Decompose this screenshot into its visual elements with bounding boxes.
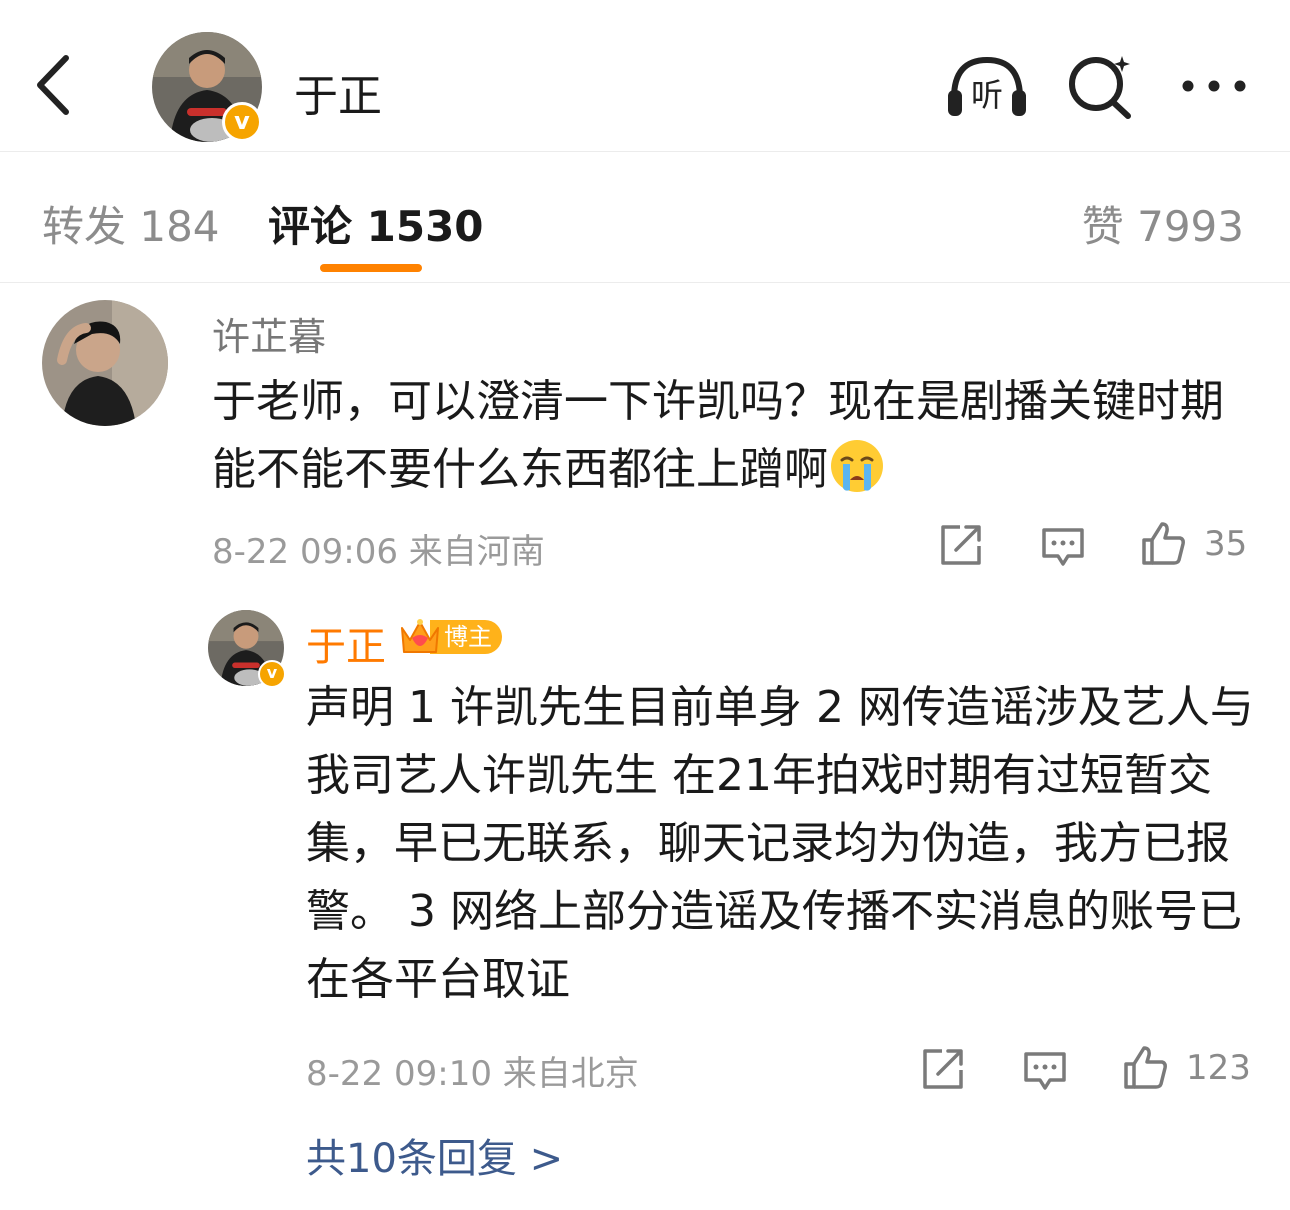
active-tab-indicator [320, 264, 422, 272]
commenter-name[interactable]: 许芷暮 [212, 306, 326, 361]
reply-text: 声明 1 许凯先生目前单身 2 网传造谣涉及艺人与我司艺人许凯先生 在21年拍戏… [306, 682, 1254, 1005]
more-dots-icon [1182, 80, 1246, 92]
top-bar: v 于正 听 [0, 0, 1290, 152]
reply-meta: 8-22 09:10 来自北京 [306, 1054, 639, 1094]
like-icon[interactable] [1140, 520, 1186, 566]
reply-like-icon[interactable] [1122, 1044, 1168, 1090]
crown-icon [401, 619, 439, 653]
comment-body: 于老师，可以澄清一下许凯吗？现在是剧播关键时期能不能不要什么东西都往上蹭啊 [212, 376, 1224, 495]
view-more-replies-link[interactable]: 共10条回复 > [306, 1126, 563, 1184]
more-options-button[interactable] [1178, 70, 1250, 102]
tab-bar: 转发 184 评论 1530 赞 7993 [0, 153, 1290, 283]
chevron-left-icon [37, 55, 69, 115]
reply-share-icon[interactable] [920, 1046, 966, 1092]
search-button[interactable] [1066, 52, 1134, 120]
comment-text: 于老师，可以澄清一下许凯吗？现在是剧播关键时期能不能不要什么东西都往上蹭啊 [212, 368, 1262, 504]
comment-like-count: 35 [1204, 524, 1248, 564]
page-title: 于正 [294, 71, 382, 122]
listen-button[interactable]: 听 [946, 54, 1028, 118]
search-icon [1069, 56, 1131, 119]
back-button[interactable] [28, 50, 88, 120]
comment-icon[interactable] [1040, 524, 1086, 570]
reply-author-name[interactable]: 于正 [306, 614, 386, 672]
tab-repost[interactable]: 转发 184 [42, 193, 220, 254]
reply-comment-icon[interactable] [1022, 1048, 1068, 1094]
crying-face-icon [831, 440, 883, 492]
commenter-avatar[interactable] [42, 300, 168, 426]
tab-likes[interactable]: 赞 7993 [1082, 193, 1244, 254]
share-icon[interactable] [938, 522, 984, 568]
comment-meta: 8-22 09:06 来自河南 [212, 532, 545, 572]
headphones-icon: 听 [948, 56, 1026, 116]
verified-badge: v [222, 102, 262, 142]
reply-verified-badge: v [258, 660, 286, 688]
reply-like-count: 123 [1186, 1048, 1251, 1088]
tab-comments[interactable]: 评论 1530 [268, 193, 484, 254]
svg-text:听: 听 [971, 76, 1003, 114]
